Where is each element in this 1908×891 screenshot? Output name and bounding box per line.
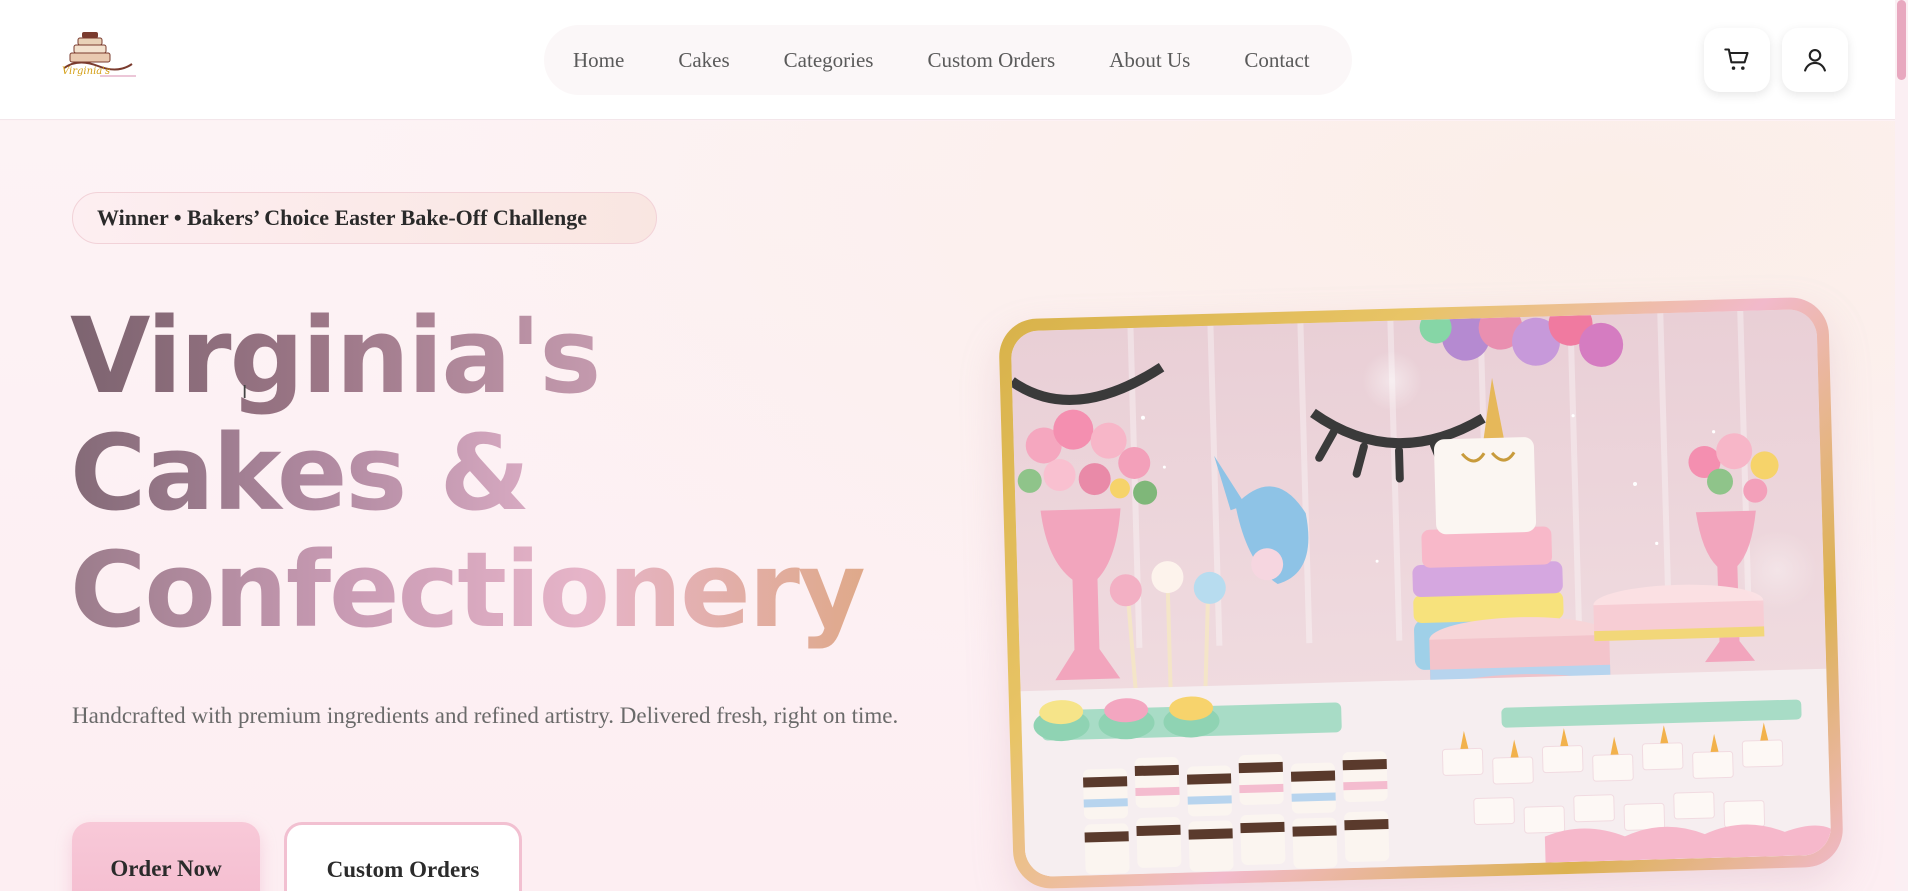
nav-custom-orders[interactable]: Custom Orders [927,48,1055,73]
nav-contact[interactable]: Contact [1244,48,1309,73]
order-now-button[interactable]: Order Now [72,822,260,891]
nav-home[interactable]: Home [573,48,624,73]
cake-logo-icon: Virginia's [62,32,136,77]
hero-title-line: Virginia's [70,295,601,417]
site-header: Virginia's Home Cakes Categories Custom … [0,0,1895,120]
brand-logo[interactable]: Virginia's [58,28,138,80]
hero-title-line: Confectionery [70,529,866,651]
page-scrollbar-track[interactable] [1895,0,1908,891]
hero-title: Virginia's Cakes & Confectionery [70,298,930,649]
nav-about-us[interactable]: About Us [1109,48,1190,73]
hero-photo-frame [998,296,1844,890]
dessert-table-illustration [1010,308,1832,878]
page-scrollbar-thumb[interactable] [1897,0,1906,80]
user-icon [1804,49,1826,72]
cart-icon [1724,48,1749,70]
hero-title-line: Cakes & [70,412,530,534]
nav-categories[interactable]: Categories [784,48,874,73]
nav-cakes[interactable]: Cakes [678,48,729,73]
svg-text:Virginia's: Virginia's [62,66,110,77]
hero-subtitle: Handcrafted with premium ingredients and… [72,703,899,728]
main-nav: Home Cakes Categories Custom Orders Abou… [544,25,1352,95]
award-badge: Winner • Bakers’ Choice Easter Bake-Off … [72,192,657,244]
account-button[interactable] [1782,28,1848,92]
cart-button[interactable] [1704,28,1770,92]
text-cursor-icon: I [242,382,248,403]
custom-orders-button[interactable]: Custom Orders [284,822,522,891]
hero-photo [1010,308,1832,878]
